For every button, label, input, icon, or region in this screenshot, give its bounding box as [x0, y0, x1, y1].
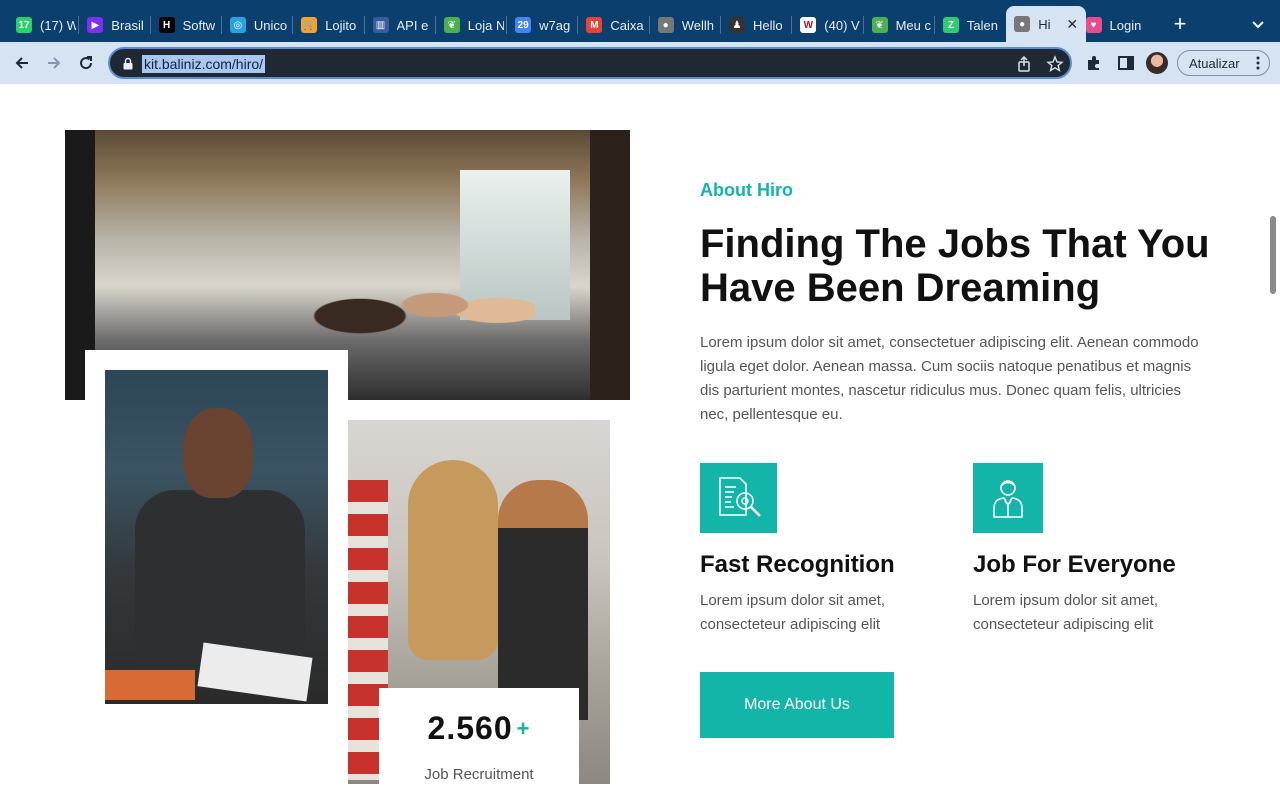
globe-icon: ● [1014, 16, 1031, 32]
leaf-icon: ❦ [871, 17, 888, 33]
reload-icon [80, 56, 93, 70]
section-eyebrow: About Hiro [700, 180, 793, 200]
forward-button[interactable] [42, 51, 66, 75]
feature-icon-box-2 [973, 463, 1043, 533]
heart-icon: ♥ [1085, 17, 1102, 33]
browser-tab[interactable]: ● Wellh [650, 8, 721, 42]
url-text[interactable]: kit.baliniz.com/hiro/ [142, 55, 266, 73]
browser-tab[interactable]: ▶ Brasil [79, 8, 150, 42]
stat-number: 2.560 [427, 710, 513, 746]
tab-title: Brasil [111, 17, 144, 33]
tab-title: w7ag [539, 17, 571, 33]
share-icon[interactable] [1015, 55, 1033, 73]
new-tab-button[interactable]: + [1168, 12, 1192, 36]
browser-tab[interactable]: ▥ API e [365, 8, 436, 42]
browser-tab[interactable]: Z Talen [935, 8, 1006, 42]
calendar-icon: 29 [515, 17, 532, 33]
forward-arrow-icon [48, 57, 61, 69]
smiling-man-photo [105, 370, 328, 704]
browser-tab[interactable]: 🛒 Lojito [293, 8, 364, 42]
back-arrow-icon [15, 57, 28, 69]
feature-icon-box-1 [700, 463, 777, 533]
browser-tab[interactable]: 17 (17) W [8, 8, 79, 42]
tab-title: Hi [1038, 16, 1051, 32]
tab-title: Hello [753, 17, 783, 33]
tab-title: (17) W [40, 17, 76, 33]
back-button[interactable] [10, 51, 34, 75]
puzzle-icon [1088, 56, 1099, 70]
person-icon: ♟ [729, 17, 745, 33]
tab-title: Talen [966, 17, 998, 33]
browser-tab[interactable]: H Softw [151, 8, 222, 42]
tab-title: Lojito [325, 17, 357, 33]
kebab-menu-icon[interactable] [1256, 56, 1260, 70]
play-icon: ▶ [87, 17, 104, 33]
browser-tab[interactable]: ❦ Meu c [864, 8, 935, 42]
stat-label: Job Recruitment [424, 766, 534, 783]
bookmark-star-icon[interactable] [1046, 55, 1064, 73]
city-icon: ▥ [372, 17, 389, 33]
reload-button[interactable] [74, 51, 98, 75]
z-logo-icon: Z [942, 17, 959, 33]
crosshair-icon: ◎ [229, 17, 246, 33]
feature-title-1: Fast Recognition [700, 551, 895, 578]
tab-title: API e [396, 17, 429, 33]
employee-icon [993, 480, 1023, 518]
profile-avatar[interactable] [1146, 52, 1168, 74]
update-label: Atualizar [1189, 55, 1240, 71]
browser-tab[interactable]: W (40) V [792, 8, 863, 42]
stat-plus: + [516, 716, 531, 741]
cart-icon: 🛒 [301, 17, 318, 33]
whatsapp-icon: 17 [16, 17, 32, 33]
document-search-icon [718, 477, 761, 517]
h-logo-icon: H [158, 17, 175, 33]
more-about-us-button[interactable]: More About Us [700, 672, 894, 738]
tab-strip: 17 (17) W ▶ Brasil H Softw ◎ Unico 🛒 Lojito ▥ API e… [0, 0, 1280, 42]
globe-icon: ● [657, 17, 674, 33]
browser-tab[interactable]: 29 w7ag [507, 8, 578, 42]
tab-title: Meu c [895, 17, 931, 33]
browser-tab[interactable]: ◎ Unico [222, 8, 293, 42]
lock-icon[interactable] [122, 57, 134, 70]
tab-title: Softw [182, 17, 216, 33]
tab-title: (40) V [824, 17, 860, 33]
browser-tab[interactable]: ♟ Hello [721, 8, 792, 42]
section-headline: Finding The Jobs That You Have Been Drea… [700, 222, 1210, 310]
extensions-button[interactable] [1082, 51, 1106, 75]
tab-search-chevron-icon[interactable] [1246, 12, 1270, 36]
side-panel-icon [1118, 56, 1134, 70]
update-button[interactable]: Atualizar [1177, 50, 1270, 76]
tab-title: Wellh [681, 17, 714, 33]
tab-title: Caixa [610, 17, 644, 33]
browser-tab[interactable]: ● Hi ✕ [1006, 6, 1087, 42]
stat-number-row: 2.560 + [379, 710, 579, 747]
feature-desc-2: Lorem ipsum dolor sit amet, consecteteur… [973, 592, 1159, 633]
tab-title: Unico [253, 17, 288, 33]
feature-title-2: Job For Everyone [973, 551, 1176, 578]
browser-tab[interactable]: M Caixa [578, 8, 649, 42]
page-content: 2.560 + Job Recruitment About Hiro Findin… [0, 84, 1280, 800]
side-panel-button[interactable] [1114, 51, 1138, 75]
leaf-icon: ❦ [443, 17, 460, 33]
w-logo-icon: W [800, 17, 817, 33]
tab-title: Login [1109, 17, 1142, 33]
browser-tab[interactable]: ♥ Login [1078, 8, 1149, 42]
stat-card: 2.560 + Job Recruitment [379, 688, 579, 800]
section-intro: Lorem ipsum dolor sit amet, consectetuer… [700, 334, 1199, 423]
browser-tab[interactable]: ❦ Loja N [436, 8, 507, 42]
address-bar[interactable]: kit.baliniz.com/hiro/ [108, 47, 1072, 79]
page-scrollbar[interactable] [1270, 216, 1276, 294]
gmail-icon: M [586, 17, 603, 33]
feature-desc-1: Lorem ipsum dolor sit amet, consecteteur… [700, 592, 886, 633]
tab-title: Loja N [467, 17, 504, 33]
